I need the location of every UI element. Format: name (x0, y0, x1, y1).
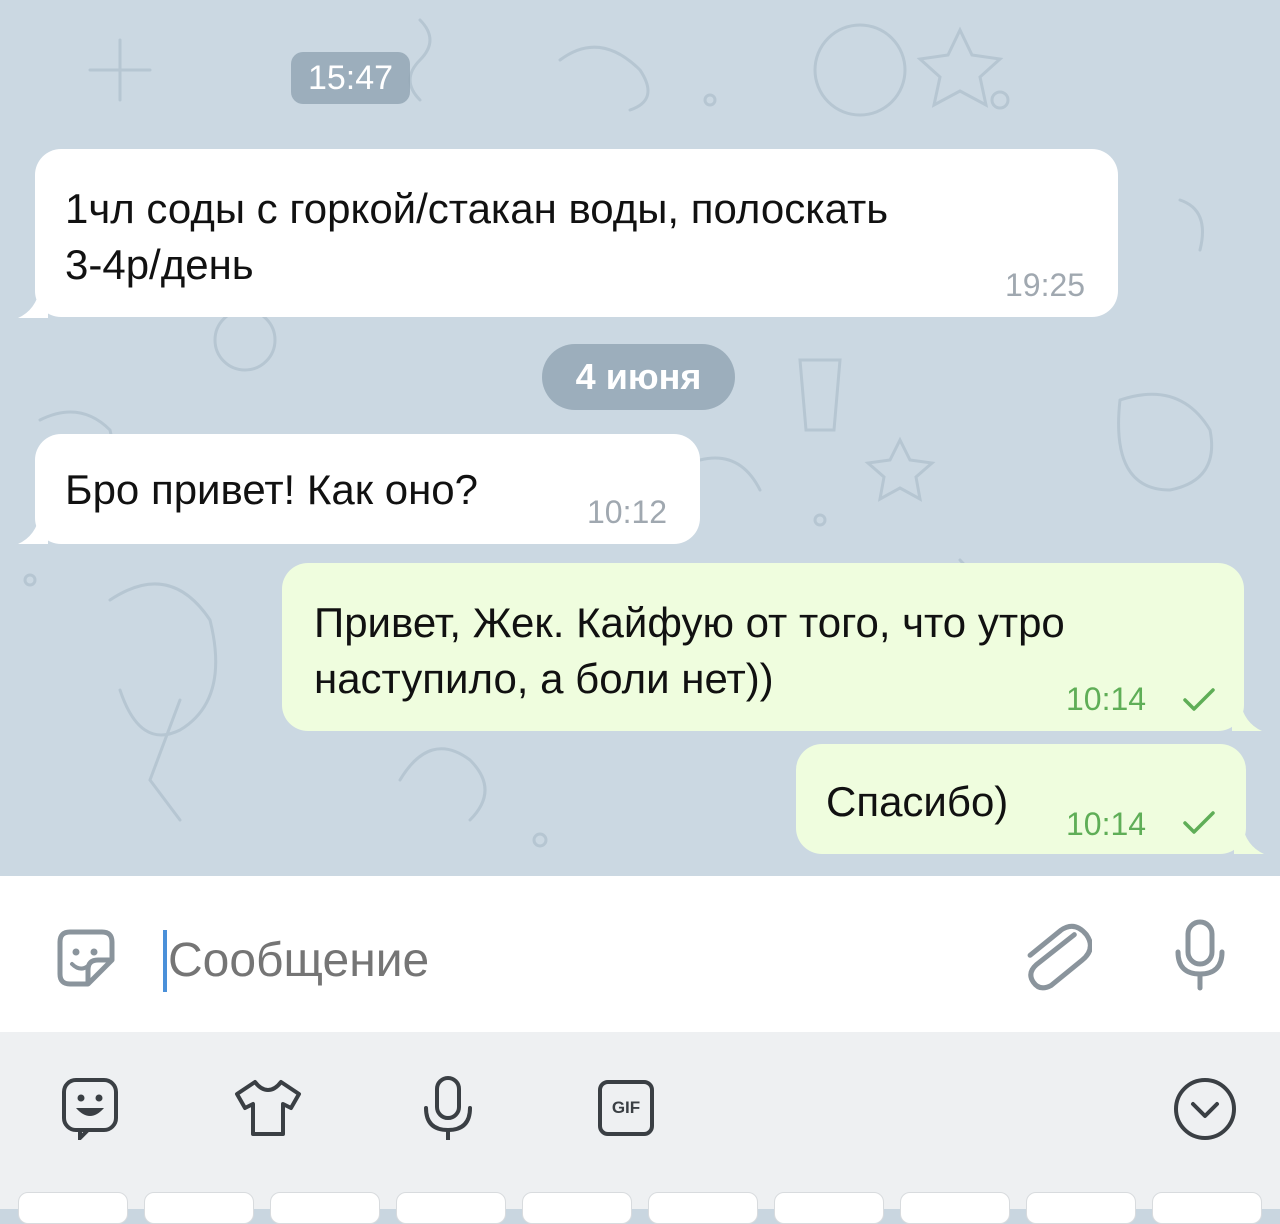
message-bubble-outgoing[interactable]: Спасибо) 10:14 (796, 744, 1246, 854)
message-time: 10:12 (587, 494, 668, 530)
message-composer (0, 876, 1280, 1034)
chevron-down-circle-icon[interactable] (1172, 1076, 1238, 1142)
keyboard-key[interactable] (522, 1192, 632, 1224)
message-text-line: 3-4р/день (65, 241, 254, 288)
time-separator: 15:47 (291, 52, 410, 104)
keyboard-key[interactable] (18, 1192, 128, 1224)
message-input[interactable] (168, 924, 988, 996)
emoji-icon[interactable] (60, 1076, 120, 1140)
keyboard-key[interactable] (648, 1192, 758, 1224)
message-bubble-incoming[interactable]: Бро привет! Как оно? 10:12 (35, 434, 700, 544)
date-separator: 4 июня (542, 344, 735, 410)
keyboard-toolbar: GIF (0, 1032, 1280, 1209)
message-text-line: 1чл соды с горкой/стакан воды, полоскать (65, 185, 889, 232)
keyboard-key[interactable] (1152, 1192, 1262, 1224)
gif-icon[interactable]: GIF (598, 1080, 654, 1136)
keyboard-key[interactable] (900, 1192, 1010, 1224)
gif-label: GIF (611, 1098, 641, 1117)
chat-area[interactable]: 15:47 1чл соды с горкой/стакан воды, пол… (0, 0, 1280, 876)
message-bubble-incoming[interactable]: 1чл соды с горкой/стакан воды, полоскать… (35, 149, 1118, 317)
microphone-icon[interactable] (1170, 916, 1230, 996)
sent-check-icon (1183, 811, 1215, 834)
message-text-line: Привет, Жек. Кайфую от того, что утро (314, 599, 1065, 646)
message-text-line: Бро привет! Как оно? (65, 466, 479, 513)
keyboard-key[interactable] (774, 1192, 884, 1224)
text-cursor (163, 930, 167, 992)
tshirt-icon[interactable] (233, 1076, 303, 1140)
keyboard-key[interactable] (270, 1192, 380, 1224)
message-text-line: наступило, а боли нет)) (314, 655, 774, 702)
message-bubble-outgoing[interactable]: Привет, Жек. Кайфую от того, что утро на… (282, 563, 1244, 731)
sticker-smile-icon[interactable] (50, 922, 122, 994)
paperclip-icon[interactable] (1022, 918, 1092, 998)
message-time: 19:25 (1005, 267, 1086, 303)
message-text-line: Спасибо) (826, 778, 1009, 825)
message-time: 10:14 (1066, 681, 1147, 717)
microphone-icon[interactable] (420, 1074, 476, 1144)
message-time: 10:14 (1066, 806, 1147, 842)
keyboard-key[interactable] (1026, 1192, 1136, 1224)
keyboard-key[interactable] (144, 1192, 254, 1224)
keyboard-key[interactable] (396, 1192, 506, 1224)
sent-check-icon (1183, 688, 1215, 711)
